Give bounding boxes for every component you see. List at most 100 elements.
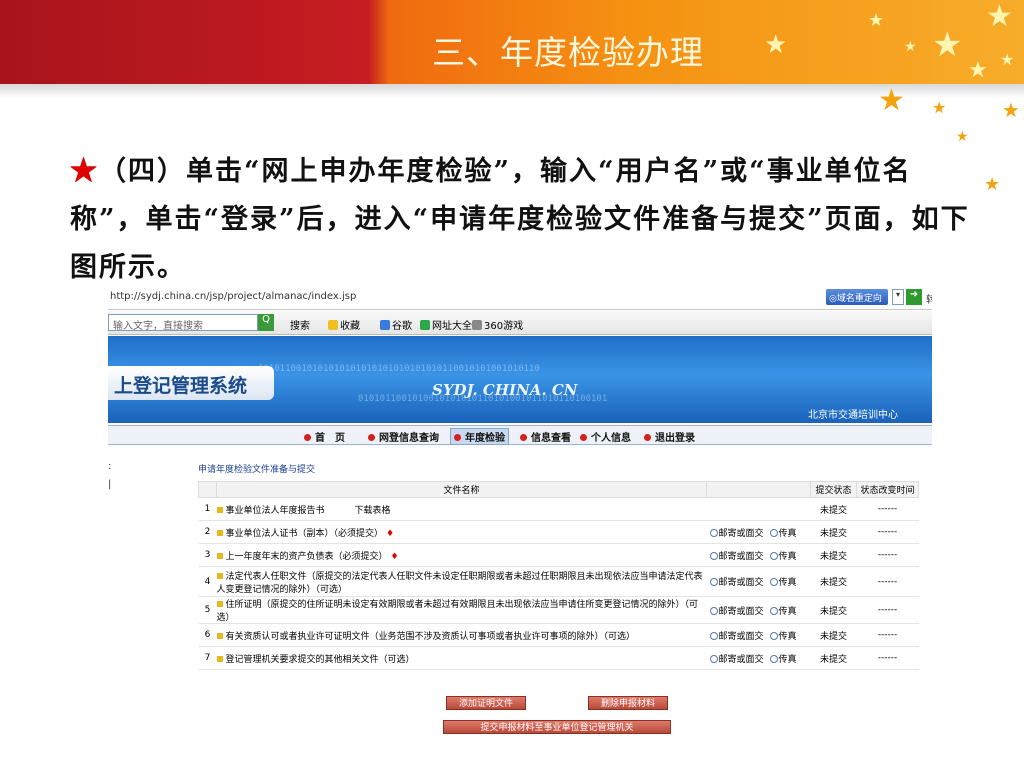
- star-icon: ★: [904, 39, 917, 55]
- globe-icon: [420, 320, 430, 330]
- delivery-options: [706, 497, 811, 521]
- column-header: 提交状态: [810, 481, 857, 498]
- nav-home[interactable]: 首 页: [304, 429, 345, 444]
- site-directory-button[interactable]: 网址大全: [420, 317, 472, 332]
- bullet-icon: [368, 434, 375, 441]
- mail-radio[interactable]: [709, 606, 718, 615]
- gamepad-icon: [472, 320, 482, 330]
- bullet-icon: [644, 434, 651, 441]
- nav-personal-info[interactable]: 个人信息: [580, 429, 631, 444]
- document-cell: 上一年度年末的资产负债表（必须提交） ♦: [216, 543, 707, 567]
- fax-radio[interactable]: [769, 551, 778, 560]
- fax-radio[interactable]: [769, 578, 778, 586]
- left-edge-marks: : |: [108, 461, 112, 490]
- table-row: 5 住所证明（原提交的住所证明未设定有效期限或者未超过有效期限且未出现依法应当申请…: [198, 596, 919, 624]
- red-star-icon: ★: [70, 156, 99, 187]
- column-header: 状态改变时间: [856, 481, 919, 498]
- favorites-button[interactable]: 收藏: [328, 317, 360, 332]
- search-icon[interactable]: Q: [258, 314, 274, 331]
- mail-radio[interactable]: [709, 551, 718, 560]
- organization-name: 北京市交通培训中心: [808, 410, 898, 421]
- row-index: 7: [198, 646, 217, 670]
- browser-toolbar: 输入文字，直接搜索 Q 搜索 收藏 谷歌 网址大全 360游戏: [108, 311, 932, 335]
- chevron-down-icon[interactable]: ▾: [892, 289, 904, 305]
- download-form-link[interactable]: 下载表格: [355, 506, 391, 516]
- bullet-icon: [304, 434, 311, 441]
- header-divider: [0, 84, 1024, 98]
- mail-option-label: 邮寄或面交: [718, 606, 764, 617]
- domain-redirect-button[interactable]: ◎域名重定向: [826, 289, 888, 305]
- nav-annual-inspection[interactable]: 年度检验: [450, 428, 509, 445]
- column-header: [706, 481, 811, 498]
- mail-radio[interactable]: [709, 654, 718, 663]
- mail-radio[interactable]: [709, 631, 718, 640]
- star-icon: [328, 320, 338, 330]
- document-icon: [216, 601, 223, 607]
- delivery-options: 邮寄或面交 传真: [706, 623, 811, 647]
- mail-radio[interactable]: [709, 578, 718, 586]
- document-icon: [216, 529, 223, 536]
- delete-materials-button[interactable]: 删除申报材料: [588, 696, 668, 710]
- document-icon: [216, 506, 223, 513]
- row-index: 4: [198, 566, 217, 597]
- document-name: 法定代表人任职文件（原提交的法定代表人任职文件未设定任职期限或者未超过任职期限且…: [216, 571, 703, 595]
- delivery-options: 邮寄或面交 传真: [706, 646, 811, 670]
- section-title: 申请年度检验文件准备与提交: [198, 465, 316, 475]
- delivery-options: 邮寄或面交 传真: [706, 520, 811, 544]
- fax-radio[interactable]: [769, 631, 778, 640]
- site-banner: 1010110010101010101010101010101010110010…: [108, 336, 932, 423]
- fax-option-label: 传真: [778, 528, 797, 539]
- nav-registration-query[interactable]: 网登信息查询: [368, 429, 439, 444]
- games-360-button[interactable]: 360游戏: [472, 317, 523, 332]
- status-change-time: ------: [856, 497, 919, 521]
- submit-status: 未提交: [810, 646, 857, 670]
- table-row: 7 登记管理机关要求提交的其他相关文件（可选） 邮寄或面交 传真 未提交 ------: [198, 646, 919, 670]
- document-icon: [216, 572, 223, 579]
- document-cell: 住所证明（原提交的住所证明未设定有效期限或者未超过有效期限且未出现依法应当申请住…: [216, 596, 707, 624]
- go-arrow-icon[interactable]: ➜: [906, 289, 922, 305]
- site-domain: SYDJ. CHINA. CN: [432, 381, 578, 399]
- mail-option-label: 邮寄或面交: [718, 654, 764, 665]
- submit-materials-button[interactable]: 提交申报材料至事业单位登记管理机关: [443, 720, 671, 734]
- delivery-options: 邮寄或面交 传真: [706, 596, 811, 624]
- submit-status: 未提交: [810, 497, 857, 521]
- submit-status: 未提交: [810, 543, 857, 567]
- mail-radio[interactable]: [709, 528, 718, 537]
- address-url[interactable]: http://sydj.china.cn/jsp/project/almanac…: [110, 291, 356, 302]
- star-icon: ★: [986, 0, 1013, 34]
- mail-option-label: 邮寄或面交: [718, 631, 764, 642]
- document-name: 登记管理机关要求提交的其他相关文件（可选）: [225, 654, 415, 665]
- row-index: 6: [198, 623, 217, 647]
- document-name: 事业单位法人年度报告书: [225, 505, 325, 516]
- nav-info-view[interactable]: 信息查看: [520, 429, 571, 444]
- translate-label[interactable]: 转: [926, 291, 932, 306]
- star-icon: ★: [1000, 50, 1015, 69]
- nav-logout[interactable]: 退出登录: [644, 429, 695, 444]
- table-row: 4 法定代表人任职文件（原提交的法定代表人任职文件未设定任职期限或者未超过任职期限…: [198, 566, 919, 597]
- document-name: 有关资质认可或者执业许可证明文件（业务范围不涉及资质认可事项或者执业许可事项的除…: [225, 631, 636, 642]
- row-index: 2: [198, 520, 217, 544]
- fax-radio[interactable]: [769, 528, 778, 537]
- fax-radio[interactable]: [769, 654, 778, 663]
- google-button[interactable]: 谷歌: [380, 317, 412, 332]
- slide-header: 三、年度检验办理 ★ ★ ★ ★ ★ ★ ★: [0, 0, 1024, 98]
- star-icon: ★: [968, 58, 988, 83]
- submit-status: 未提交: [810, 566, 857, 597]
- fax-option-label: 传真: [778, 654, 797, 665]
- document-name: 住所证明（原提交的住所证明未设定有效期限或者未超过有效期限且未出现依法应当申请住…: [216, 600, 699, 623]
- star-icon: ★: [764, 30, 788, 60]
- add-proof-button[interactable]: 添加证明文件: [446, 696, 526, 710]
- document-icon: [216, 552, 223, 559]
- fax-radio[interactable]: [769, 606, 778, 615]
- slide-title: 三、年度检验办理: [432, 33, 704, 72]
- documents-table: 文件名称 提交状态 状态改变时间 1 事业单位法人年度报告书 下载表格 未提交 ----…: [198, 481, 919, 670]
- status-change-time: ------: [856, 623, 919, 647]
- browser-screenshot: http://sydj.china.cn/jsp/project/almanac…: [108, 286, 932, 748]
- fax-option-label: 传真: [778, 631, 797, 642]
- fax-option-label: 传真: [778, 578, 797, 588]
- search-input[interactable]: 输入文字，直接搜索: [108, 314, 258, 332]
- star-icon: ★: [878, 83, 905, 118]
- submit-status: 未提交: [810, 596, 857, 624]
- required-marker-icon: ♦: [386, 528, 395, 539]
- search-button[interactable]: 搜索: [290, 317, 310, 332]
